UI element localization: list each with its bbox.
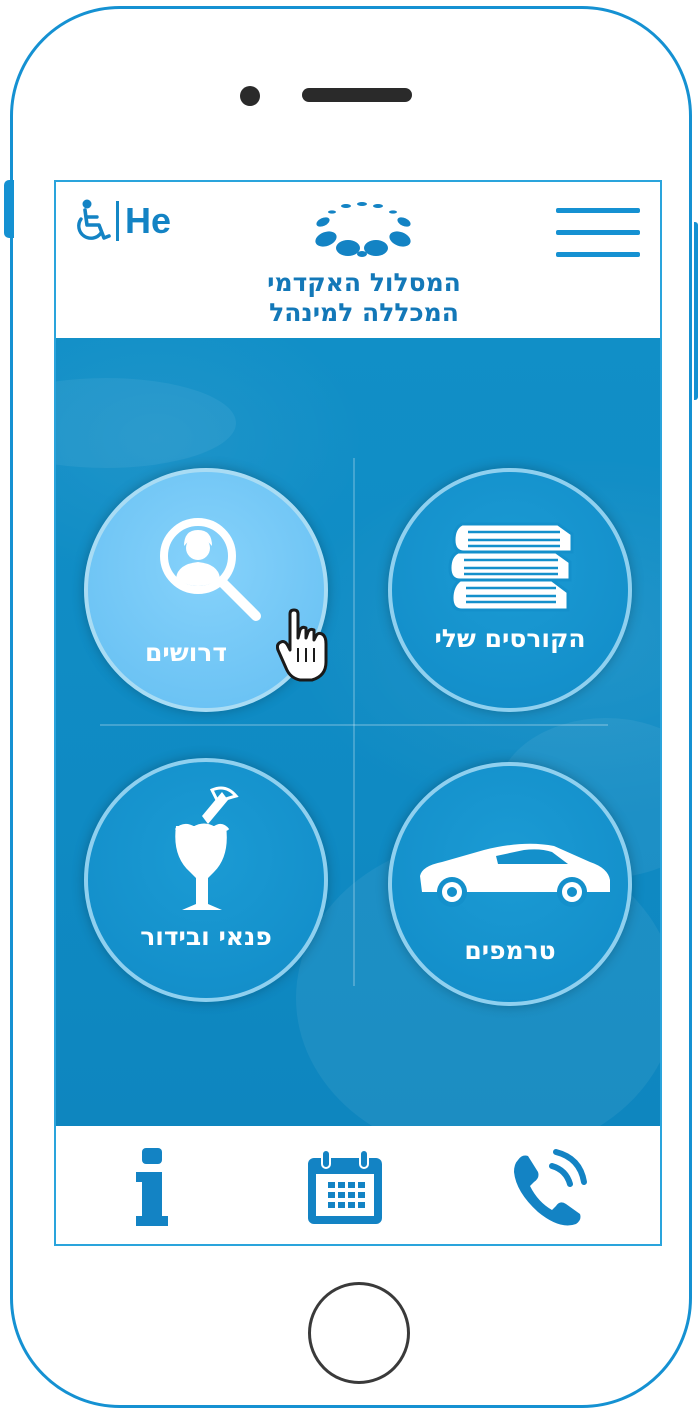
phone-side-button-right [694, 222, 698, 400]
phone-side-button [4, 180, 14, 238]
college-name-line2: המכללה למינהל [269, 298, 459, 327]
phone-icon[interactable] [508, 1148, 588, 1226]
tile-my-courses[interactable]: הקורסים שלי [388, 468, 632, 712]
tile-rides-label: טרמפים [464, 936, 556, 965]
app-header: He המסלול האקדמי המכללה למינהל [56, 182, 660, 338]
grid-divider-horizontal [100, 724, 608, 726]
phone-speaker [302, 88, 412, 102]
hand-pointer-icon [276, 608, 328, 682]
car-icon [420, 843, 610, 907]
accessibility-language-group: He [70, 198, 171, 244]
language-toggle[interactable]: He [125, 200, 171, 242]
main-menu-grid: הקורסים שלי דרושים טרמפים פנאי ובידור [56, 338, 660, 1126]
bottom-nav-bar [56, 1126, 660, 1244]
books-icon [448, 522, 574, 612]
info-icon[interactable] [132, 1146, 172, 1226]
app-screen: He המסלול האקדמי המכללה למינהל הקורסים ש… [54, 180, 662, 1246]
hamburger-menu-icon[interactable] [556, 208, 640, 260]
accessibility-icon[interactable] [70, 198, 114, 244]
tile-leisure-label: פנאי ובידור [140, 922, 272, 951]
person-search-icon [160, 518, 261, 621]
background-shape [56, 378, 236, 468]
grid-divider-vertical [353, 458, 355, 986]
tile-rides[interactable]: טרמפים [388, 762, 632, 1006]
tile-jobs-label: דרושים [144, 638, 228, 667]
tile-my-courses-label: הקורסים שלי [434, 624, 586, 653]
college-name-line1: המסלול האקדמי [267, 268, 461, 297]
cocktail-icon [174, 786, 239, 910]
divider [116, 201, 119, 241]
calendar-icon[interactable] [306, 1148, 384, 1226]
college-name: המסלול האקדמי המכללה למינהל [206, 268, 522, 328]
tile-leisure[interactable]: פנאי ובידור [84, 758, 328, 1002]
phone-camera [240, 86, 260, 106]
phone-home-button[interactable] [308, 1282, 410, 1384]
college-logo [315, 202, 411, 257]
